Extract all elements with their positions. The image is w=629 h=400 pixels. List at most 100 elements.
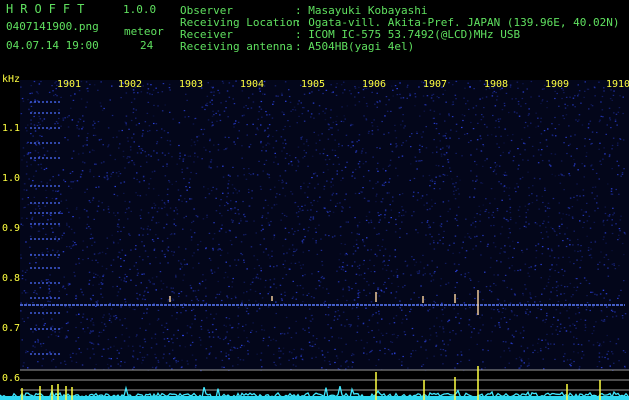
noise-speck	[429, 180, 432, 182]
noise-speck	[496, 210, 499, 212]
noise-speck	[76, 180, 79, 182]
noise-speck	[506, 210, 508, 212]
noise-speck	[130, 119, 133, 122]
noise-speck	[553, 257, 556, 259]
noise-speck	[204, 108, 206, 111]
noise-speck	[282, 181, 284, 183]
noise-speck	[137, 272, 139, 274]
noise-speck	[457, 313, 459, 315]
noise-speck	[82, 126, 84, 128]
noise-speck	[195, 296, 197, 298]
noise-speck	[283, 113, 285, 116]
noise-speck	[246, 291, 248, 293]
noise-speck	[90, 320, 92, 322]
noise-speck	[106, 363, 109, 365]
noise-speck	[210, 313, 212, 315]
noise-speck	[102, 316, 104, 318]
noise-speck	[444, 135, 446, 137]
noise-speck	[569, 359, 572, 361]
noise-speck	[614, 268, 617, 270]
noise-speck	[63, 232, 65, 234]
noise-speck	[445, 137, 448, 139]
brand-title: HROFFT	[6, 2, 92, 16]
noise-speck	[561, 223, 563, 225]
noise-speck	[332, 163, 335, 165]
noise-speck	[178, 246, 180, 248]
noise-speck	[222, 176, 225, 178]
noise-speck	[130, 210, 132, 212]
noise-speck	[248, 191, 250, 193]
noise-speck	[36, 124, 39, 127]
noise-speck	[336, 173, 338, 175]
noise-speck	[216, 166, 219, 168]
noise-speck	[128, 161, 131, 163]
noise-speck	[298, 211, 300, 213]
noise-speck	[86, 188, 88, 190]
noise-speck	[540, 308, 542, 311]
noise-speck	[93, 127, 96, 129]
noise-speck	[432, 279, 435, 281]
noise-speck	[577, 84, 579, 86]
noise-speck	[451, 116, 454, 118]
noise-speck	[367, 249, 369, 251]
noise-speck	[317, 183, 319, 185]
noise-speck	[455, 270, 457, 273]
noise-speck	[302, 264, 304, 266]
noise-speck	[32, 175, 35, 177]
noise-speck	[622, 350, 625, 352]
noise-speck	[228, 229, 231, 231]
noise-speck	[431, 178, 433, 180]
noise-speck	[513, 155, 515, 158]
noise-speck	[215, 296, 217, 298]
noise-speck	[434, 181, 436, 183]
noise-speck	[75, 340, 77, 342]
noise-speck	[367, 325, 369, 328]
noise-speck	[438, 133, 440, 135]
noise-speck	[109, 302, 111, 305]
noise-speck	[448, 82, 450, 84]
noise-speck	[315, 356, 317, 358]
noise-speck	[385, 269, 388, 271]
noise-speck	[305, 152, 307, 154]
noise-speck	[489, 167, 492, 169]
noise-speck	[229, 240, 232, 242]
noise-speck	[481, 97, 484, 99]
noise-speck	[545, 318, 547, 321]
noise-speck	[60, 200, 63, 202]
noise-speck	[295, 356, 298, 358]
noise-speck	[454, 235, 457, 237]
noise-speck	[190, 145, 193, 147]
noise-speck	[26, 269, 28, 271]
noise-speck	[276, 265, 278, 267]
noise-speck	[357, 291, 360, 293]
noise-speck	[614, 118, 617, 120]
noise-speck	[87, 257, 89, 260]
noise-speck	[442, 236, 444, 239]
noise-speck	[555, 286, 558, 288]
noise-speck	[178, 295, 180, 298]
noise-speck	[192, 123, 195, 125]
noise-speck	[272, 103, 274, 105]
noise-speck	[219, 205, 221, 207]
noise-speck	[169, 207, 172, 209]
noise-speck	[138, 122, 140, 125]
noise-speck	[117, 242, 119, 244]
noise-speck	[373, 227, 376, 229]
noise-speck	[498, 120, 500, 123]
noise-speck	[522, 91, 525, 93]
noise-speck	[123, 181, 126, 183]
noise-speck	[98, 175, 100, 177]
noise-speck	[281, 212, 284, 215]
noise-speck	[433, 248, 436, 250]
noise-speck	[210, 161, 212, 163]
noise-speck	[334, 315, 336, 318]
noise-speck	[433, 139, 435, 141]
noise-speck	[245, 105, 247, 107]
noise-speck	[479, 241, 482, 243]
noise-speck	[27, 204, 30, 206]
noise-speck	[481, 182, 484, 184]
noise-speck	[573, 230, 575, 232]
noise-speck	[193, 208, 195, 210]
noise-speck	[593, 198, 596, 200]
noise-speck	[187, 116, 190, 118]
